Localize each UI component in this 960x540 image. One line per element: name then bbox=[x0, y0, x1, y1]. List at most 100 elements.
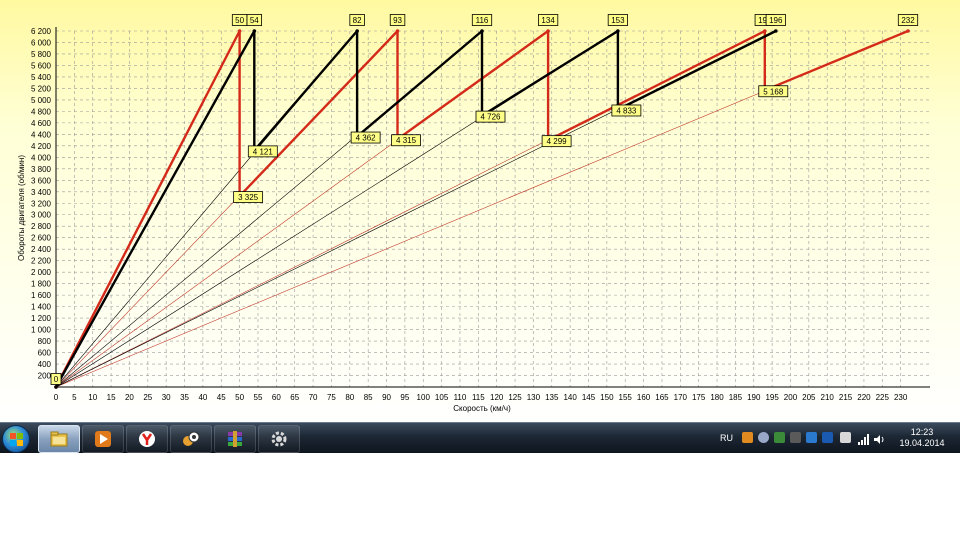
x-tick-label: 40 bbox=[198, 393, 207, 402]
media-center-icon bbox=[182, 430, 200, 448]
x-tick-label: 10 bbox=[88, 393, 97, 402]
y-tick-label: 2 800 bbox=[31, 222, 52, 231]
x-tick-label: 110 bbox=[454, 393, 467, 402]
series-point bbox=[762, 29, 767, 33]
x-axis-title: Скорость (км/ч) bbox=[453, 404, 511, 413]
x-tick-label: 65 bbox=[290, 393, 299, 402]
x-tick-label: 165 bbox=[655, 393, 669, 402]
data-label: 134 bbox=[538, 14, 559, 26]
tray-sync-icon[interactable] bbox=[758, 432, 769, 443]
x-tick-label: 145 bbox=[582, 393, 596, 402]
data-label-text: 82 bbox=[353, 16, 362, 25]
tray-language-bar-icon[interactable] bbox=[822, 432, 833, 443]
x-tick-label: 115 bbox=[472, 393, 485, 402]
data-label-text: 196 bbox=[769, 16, 783, 25]
data-label: 153 bbox=[607, 14, 628, 26]
y-tick-label: 2 600 bbox=[31, 234, 52, 243]
y-tick-label: 3 800 bbox=[31, 165, 52, 174]
x-tick-label: 20 bbox=[125, 393, 134, 402]
x-tick-label: 205 bbox=[802, 393, 816, 402]
x-tick-label: 170 bbox=[674, 393, 688, 402]
data-label-text: 4 362 bbox=[356, 134, 377, 143]
data-label: 4 299 bbox=[541, 135, 572, 148]
series-point bbox=[773, 29, 778, 33]
x-tick-label: 150 bbox=[600, 393, 614, 402]
data-label: 4 833 bbox=[611, 104, 642, 117]
y-tick-label: 400 bbox=[38, 360, 52, 369]
x-tick-label: 100 bbox=[417, 393, 431, 402]
series-point bbox=[480, 29, 484, 33]
x-tick-label: 30 bbox=[162, 393, 171, 402]
tray-clock[interactable]: 12:23 19.04.2014 bbox=[892, 427, 952, 449]
data-label-text: 134 bbox=[541, 16, 555, 25]
data-label: 93 bbox=[389, 14, 406, 26]
x-tick-label: 185 bbox=[729, 393, 743, 402]
taskbar-button-media-player[interactable] bbox=[82, 425, 124, 453]
data-label-text: 4 121 bbox=[253, 147, 274, 156]
grid-layer bbox=[56, 30, 930, 387]
data-label: 4 362 bbox=[350, 131, 381, 144]
data-label-text: 4 726 bbox=[480, 113, 501, 122]
taskbar-button-media-center[interactable] bbox=[170, 425, 212, 453]
x-tick-label: 45 bbox=[217, 393, 226, 402]
x-tick-label: 180 bbox=[710, 393, 724, 402]
y-tick-label: 3 600 bbox=[31, 176, 52, 185]
x-tick-label: 25 bbox=[143, 393, 152, 402]
tray-flag-icon[interactable] bbox=[840, 432, 851, 443]
tray-volume-icon[interactable] bbox=[874, 432, 885, 444]
series-point bbox=[616, 29, 620, 33]
tray-language-indicator[interactable]: RU bbox=[720, 433, 733, 443]
data-label-layer: 050 54 82 93 116 134 153 193196 2324 1213 3254 3… bbox=[50, 14, 919, 385]
y-tick-label: 1 000 bbox=[31, 326, 52, 335]
y-tick-label: 1 400 bbox=[31, 303, 52, 312]
data-label-text: 4 299 bbox=[547, 137, 568, 146]
series-point bbox=[395, 29, 400, 33]
y-tick-label: 1 200 bbox=[31, 314, 52, 323]
x-tick-label: 85 bbox=[364, 393, 373, 402]
x-tick-label: 160 bbox=[637, 393, 651, 402]
data-label: 0 bbox=[50, 373, 62, 385]
y-tick-label: 2 200 bbox=[31, 257, 52, 266]
tray-keyboard-icon[interactable] bbox=[790, 432, 801, 443]
taskbar-button-winrar[interactable] bbox=[214, 425, 256, 453]
x-tick-label: 55 bbox=[254, 393, 263, 402]
file-explorer-icon bbox=[50, 430, 68, 448]
y-tick-label: 2 400 bbox=[31, 245, 52, 254]
taskbar-button-settings[interactable] bbox=[258, 425, 300, 453]
windows-start-orb-icon[interactable] bbox=[2, 425, 30, 453]
x-tick-label: 105 bbox=[435, 393, 449, 402]
clock-date: 19.04.2014 bbox=[899, 438, 945, 448]
media-player-icon bbox=[94, 430, 112, 448]
data-label: 3 325 bbox=[233, 191, 264, 203]
taskbar-button-file-explorer[interactable] bbox=[38, 425, 80, 453]
y-tick-label: 3 400 bbox=[31, 188, 52, 197]
settings-gear-icon bbox=[270, 430, 288, 448]
data-label-text: 4 315 bbox=[396, 136, 417, 145]
x-tick-label: 35 bbox=[180, 393, 189, 402]
x-tick-label: 195 bbox=[765, 393, 779, 402]
data-label-text: 93 bbox=[393, 16, 402, 25]
x-tick-label: 190 bbox=[747, 393, 761, 402]
data-label-text: 3 325 bbox=[238, 193, 259, 202]
yandex-browser-icon bbox=[138, 430, 156, 448]
taskbar-button-yandex-browser[interactable] bbox=[126, 425, 168, 453]
data-label: 4 315 bbox=[391, 134, 421, 147]
tray-app-icon[interactable] bbox=[742, 432, 753, 443]
tray-nvidia-icon[interactable] bbox=[774, 432, 785, 443]
tray-network-share-icon[interactable] bbox=[806, 432, 817, 443]
tray-signal-icon[interactable] bbox=[858, 432, 869, 445]
y-axis-title: Обороты двигателя (об/мин) bbox=[17, 155, 26, 261]
x-tick-label: 80 bbox=[345, 393, 354, 402]
data-label: 54 bbox=[246, 14, 263, 26]
data-label: 116 bbox=[471, 14, 493, 26]
data-label-text: 4 833 bbox=[616, 106, 637, 115]
y-tick-label: 4 400 bbox=[31, 130, 52, 139]
y-tick-label: 3 000 bbox=[31, 211, 52, 220]
y-tick-label: 600 bbox=[38, 349, 52, 358]
y-tick-label: 4 600 bbox=[31, 119, 52, 128]
data-label-text: 116 bbox=[476, 16, 489, 25]
gear-ratio-chart: 0 5 10 15 20 25 30 35 40 45 50 55 60 65 70 75 80 85 90 95 10… bbox=[17, 14, 930, 413]
data-label-text: 153 bbox=[611, 16, 625, 25]
x-tick-label: 215 bbox=[839, 393, 853, 402]
series-point bbox=[546, 29, 550, 33]
